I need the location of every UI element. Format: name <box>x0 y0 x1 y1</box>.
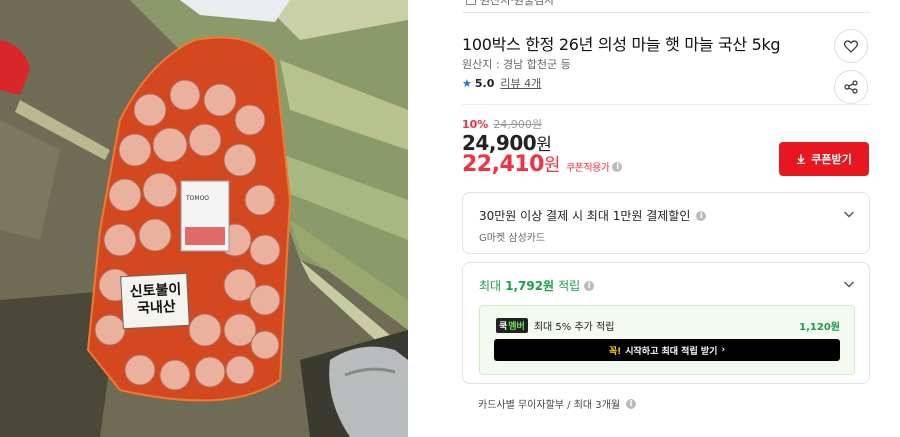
rating: ★ 5.0 리뷰 4개 <box>462 75 541 91</box>
bag-label-line1: 신토불이 <box>129 281 182 301</box>
product-photo[interactable]: TOMOO 신토불이 국내산 <box>0 0 408 437</box>
bag-label: 신토불이 국내산 <box>126 282 186 319</box>
info-icon: i <box>584 280 595 291</box>
join-highlight: 꼭! <box>608 346 622 357</box>
join-label: 시작하고 최대 적립 받기 <box>625 346 718 357</box>
checkbox-icon <box>466 0 476 5</box>
coupon-price-unit: 원 <box>543 155 561 176</box>
divider <box>462 104 870 105</box>
chevron-down-icon[interactable] <box>843 278 855 290</box>
points-title-row: 최대 1,792원 적립 i <box>479 277 595 294</box>
points-title-suffix: 적립 <box>558 279 581 293</box>
card-discount-title: 30만원 이상 결제 시 최대 1만원 결제할인 <box>479 209 691 223</box>
product-origin: 원산지 : 경남 합천군 등 <box>462 58 571 71</box>
membership-points-box: 쿡 멤버 최대 5% 추가 적립 1,120원 꼭! 시작하고 최대 적립 받기 … <box>479 305 855 375</box>
rating-score: 5.0 <box>474 76 495 90</box>
coupon-price-tag[interactable]: 쿠폰적용가 i <box>566 159 623 174</box>
card-discount-title-row: 30만원 이상 결제 시 최대 1만원 결제할인 i <box>479 207 707 224</box>
membership-extra-points: 1,120원 <box>799 322 840 333</box>
chevron-right-icon: › <box>721 345 726 355</box>
membership-extra-label: 최대 5% 추가 적립 <box>533 322 615 333</box>
chevron-down-icon[interactable] <box>843 208 855 220</box>
star-icon: ★ <box>462 76 472 90</box>
info-icon[interactable]: i <box>626 398 637 409</box>
installment-info: 카드사별 무이자할부 / 최대 3개월 i <box>478 396 637 411</box>
membership-badge: 쿡 멤버 <box>496 318 528 333</box>
card-discount-section[interactable]: 30만원 이상 결제 시 최대 1만원 결제할인 i G마켓 삼성카드 <box>462 192 870 254</box>
bag-label-line2: 국내산 <box>136 298 177 317</box>
membership-points-row: 쿡 멤버 최대 5% 추가 적립 1,120원 <box>496 318 840 333</box>
membership-join-button[interactable]: 꼭! 시작하고 최대 적립 받기 › <box>494 339 840 361</box>
wishlist-button[interactable] <box>834 29 868 63</box>
coupon-price-value: 22,410 <box>462 152 544 177</box>
info-icon: i <box>696 210 707 221</box>
product-title: 100박스 한정 26년 의성 마늘 햇 마늘 국산 5kg <box>462 35 781 54</box>
garlic-bag-image <box>0 0 408 437</box>
points-section: 최대 1,792원 적립 i 쿡 멤버 최대 5% 추가 적립 1,120원 꼭!… <box>462 262 870 384</box>
download-icon <box>797 154 806 164</box>
photo-tag: TOMOO <box>186 195 210 202</box>
coupon-price: 22,410 원 쿠폰적용가 i <box>462 151 623 177</box>
card-discount-subtitle: G마켓 삼성카드 <box>479 233 546 244</box>
review-count-link[interactable]: 리뷰 4개 <box>500 75 541 91</box>
origin-check-label: 원산지·원물검사 <box>480 0 555 7</box>
membership-badge-a: 쿡 <box>499 322 508 332</box>
points-amount: 1,792원 <box>505 279 555 293</box>
installment-text: 카드사별 무이자할부 / 최대 3개월 <box>478 400 621 411</box>
origin-check-link[interactable]: 원산지·원물검사 <box>466 0 554 8</box>
divider <box>462 12 870 13</box>
membership-badge-b: 멤버 <box>508 322 525 332</box>
get-coupon-label: 쿠폰받기 <box>811 153 852 166</box>
points-title-prefix: 최대 <box>479 279 502 293</box>
get-coupon-button[interactable]: 쿠폰받기 <box>779 142 869 176</box>
info-icon: i <box>612 161 623 172</box>
product-info-panel: 원산지·원물검사 100박스 한정 26년 의성 마늘 햇 마늘 국산 5kg … <box>462 0 872 437</box>
coupon-price-tag-label: 쿠폰적용가 <box>565 163 610 174</box>
heart-icon <box>844 39 858 53</box>
share-icon <box>844 80 858 94</box>
share-button[interactable] <box>834 70 868 104</box>
